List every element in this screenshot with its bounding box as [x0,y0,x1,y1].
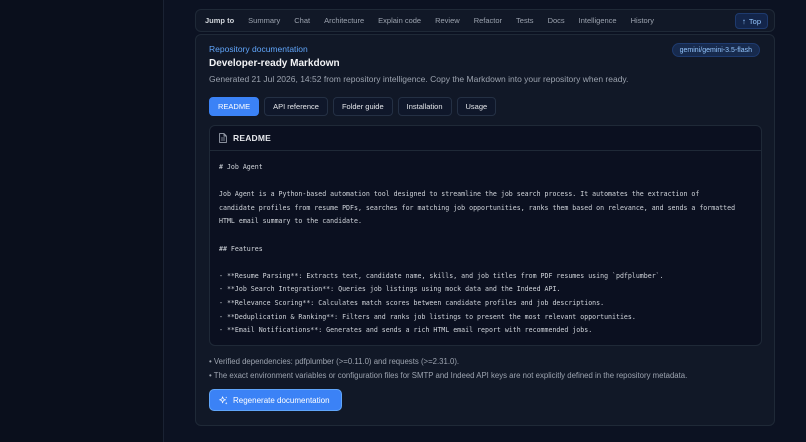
jump-link-intelligence[interactable]: Intelligence [579,16,617,25]
doc-tabs: README API reference Folder guide Instal… [209,97,501,116]
left-sidebar [0,0,164,442]
markdown-line: HTML email summary to the candidate. [219,217,362,226]
tab-api-reference[interactable]: API reference [264,97,328,116]
markdown-line: # Job Agent [219,163,263,171]
jump-link-refactor[interactable]: Refactor [474,16,502,25]
jump-nav-label: Jump to [205,16,235,25]
top-button[interactable]: ↑ Top [734,13,768,29]
model-badge: gemini/gemini-3.5-flash [671,43,760,57]
markdown-line [219,229,752,243]
markdown-line: candidate profiles from resume PDFs, sea… [219,203,736,212]
markdown-line [219,175,752,189]
jump-link-history[interactable]: History [631,16,654,25]
markdown-line: - **Deduplication & Ranking**: Filters a… [219,312,636,321]
doc-header: README [210,126,761,151]
card-title: Developer-ready Markdown [209,58,340,69]
markdown-line: - **Resume Parsing**: Extracts text, can… [219,271,664,280]
jump-link-tests[interactable]: Tests [516,16,534,25]
tab-installation[interactable]: Installation [397,97,452,116]
markdown-line: ## Features [219,244,263,253]
tab-folder-guide[interactable]: Folder guide [332,97,393,116]
sparkles-icon [219,395,228,404]
jump-link-chat[interactable]: Chat [294,16,310,25]
note-item: • Verified dependencies: pdfplumber (>=0… [209,357,460,366]
markdown-line: - **Email Notifications**: Generates and… [219,326,593,335]
jump-link-summary[interactable]: Summary [248,16,280,25]
jump-link-architecture[interactable]: Architecture [324,16,364,25]
regenerate-documentation-button[interactable]: Regenerate documentation [209,389,342,411]
markdown-line: - **Job Search Integration**: Queries jo… [219,285,561,294]
markdown-content[interactable]: # Job Agent Job Agent is a Python-based … [210,151,761,338]
arrow-up-icon: ↑ [741,16,746,26]
verification-notes: • Verified dependencies: pdfplumber (>=0… [209,355,687,383]
doc-header-title: README [233,133,272,143]
card-eyebrow: Repository documentation [209,44,308,54]
jump-link-review[interactable]: Review [435,16,460,25]
markdown-line: Job Agent is a Python-based automation t… [219,190,700,199]
jump-link-explain-code[interactable]: Explain code [378,16,421,25]
doc-panel: README # Job Agent Job Agent is a Python… [209,125,762,346]
tab-readme[interactable]: README [209,97,260,116]
jump-link-docs[interactable]: Docs [548,16,565,25]
file-text-icon [219,133,227,143]
card-subtitle: Generated 21 Jul 2026, 14:52 from reposi… [209,74,629,84]
markdown-line: - **Relevance Scoring**: Calculates matc… [219,298,605,307]
documentation-card: Repository documentation Developer-ready… [195,34,775,426]
tab-usage[interactable]: Usage [456,97,497,116]
note-item: • The exact environment variables or con… [209,371,688,380]
regenerate-button-label: Regenerate documentation [233,395,330,405]
jump-nav: Jump to Summary Chat Architecture Explai… [195,9,775,32]
markdown-line [219,256,752,270]
top-button-label: Top [748,16,761,26]
